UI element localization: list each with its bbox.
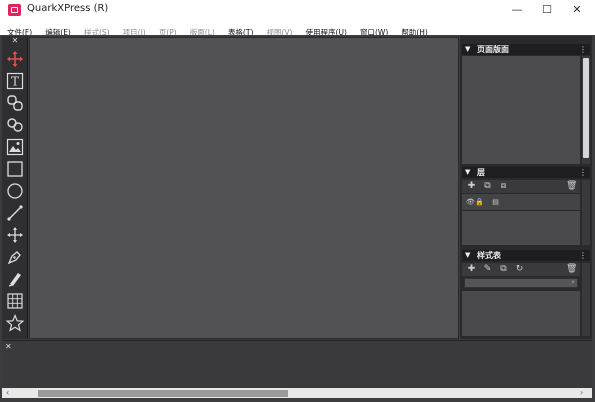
pan-tool-icon[interactable] (6, 226, 24, 244)
page-layout-scroll-thumb[interactable] (583, 58, 589, 158)
search-icon: ⌕ (571, 278, 575, 286)
right-palette-dock: ▼ 页面版面 ⋮ ▼ 层 ⋮ ✚ ⧉ ⧈ 🗑 👁 🔒 ▤ ▼ 样式表 ⋮ ✚ ✎… (460, 36, 592, 339)
picture-content-tool-icon[interactable] (6, 138, 24, 156)
new-style-icon[interactable]: ✚ (466, 264, 477, 275)
table-tool-icon[interactable] (6, 292, 24, 310)
style-sheets-list (462, 291, 580, 336)
new-layer-icon[interactable]: ✚ (466, 181, 477, 192)
collapse-icon[interactable]: ▼ (465, 167, 470, 178)
tools-palette: ✕ T (2, 36, 28, 339)
palette-menu-icon[interactable]: ⋮ (579, 167, 587, 178)
delete-style-icon[interactable]: 🗑 (566, 264, 577, 275)
maximize-button[interactable]: ☐ (532, 0, 562, 20)
text-content-tool-icon[interactable]: T (6, 72, 24, 90)
tools-close-icon[interactable]: ✕ (2, 36, 28, 45)
edit-style-pencil-icon[interactable]: ✎ (482, 264, 493, 275)
move-tool-icon[interactable] (6, 50, 24, 68)
style-sheets-palette-header[interactable]: ▼ 样式表 ⋮ (462, 250, 590, 261)
style-sheets-toolbar: ✚ ✎ ⧉ ↻ 🗑 (462, 263, 580, 276)
composition-tool-icon[interactable] (6, 270, 24, 288)
style-sheets-scrollbar[interactable] (582, 263, 590, 336)
style-search-input[interactable]: ⌕ (464, 278, 578, 288)
layers-toolbar: ✚ ⧉ ⧈ 🗑 (462, 180, 580, 193)
horizontal-scroll-thumb[interactable] (38, 390, 288, 397)
layers-title: 层 (477, 168, 485, 177)
scroll-right-icon[interactable]: › (580, 388, 583, 398)
page-layout-palette-header[interactable]: ▼ 页面版面 ⋮ (462, 44, 590, 55)
picture-link-tool-icon[interactable] (6, 94, 24, 112)
page-layout-palette-body (462, 56, 580, 164)
rectangle-box-tool-icon[interactable] (6, 160, 24, 178)
layers-palette-header[interactable]: ▼ 层 ⋮ (462, 167, 590, 178)
bottom-close-icon[interactable]: ✕ (5, 342, 12, 351)
line-tool-icon[interactable] (6, 204, 24, 222)
lock-icon[interactable]: 🔒 (474, 197, 485, 208)
pen-tool-icon[interactable] (6, 248, 24, 266)
window-title: QuarkXPress (R) (27, 3, 109, 14)
collapse-icon[interactable]: ▼ (465, 44, 470, 55)
quarkxpress-logo-icon (8, 4, 21, 16)
style-sheets-title: 样式表 (477, 251, 501, 260)
page-layout-title: 页面版面 (477, 45, 509, 54)
layers-scrollbar[interactable] (582, 180, 590, 245)
collapse-icon[interactable]: ▼ (465, 250, 470, 261)
palette-menu-icon[interactable]: ⋮ (579, 250, 587, 261)
layers-list-area (462, 211, 580, 245)
palette-menu-icon[interactable]: ⋮ (579, 44, 587, 55)
delete-layer-icon[interactable]: 🗑 (566, 181, 577, 192)
refresh-style-icon[interactable]: ↻ (514, 264, 525, 275)
layer-row[interactable]: 👁 🔒 ▤ (462, 194, 580, 210)
menu-bar: 文件(F) 编辑(E) 样式(S) 项目(I) 页(P) 版面(L) 表格(T)… (0, 20, 595, 37)
duplicate-style-icon[interactable]: ⧉ (498, 264, 509, 275)
merge-layers-icon[interactable]: ⧈ (498, 181, 509, 192)
minimize-button[interactable]: — (502, 0, 532, 20)
close-window-button[interactable]: ✕ (562, 0, 592, 20)
bottom-panel: ✕ (2, 340, 592, 388)
svg-text:T: T (11, 75, 19, 89)
layer-thumbnail-icon: ▤ (492, 198, 499, 206)
document-canvas[interactable] (29, 37, 459, 339)
duplicate-layer-icon[interactable]: ⧉ (482, 181, 493, 192)
text-linking-tool-icon[interactable] (6, 116, 24, 134)
oval-box-tool-icon[interactable] (6, 182, 24, 200)
scroll-left-icon[interactable]: ‹ (6, 388, 9, 398)
star-tool-icon[interactable] (6, 314, 24, 332)
